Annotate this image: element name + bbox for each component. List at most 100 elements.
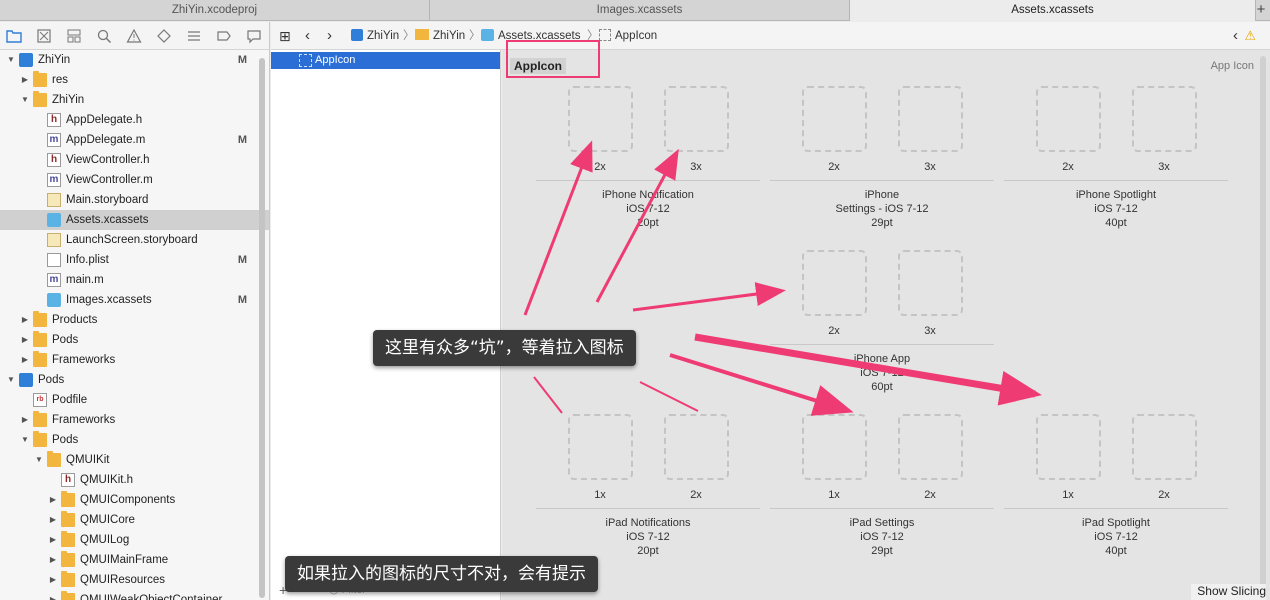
icon-slot[interactable]	[1036, 414, 1101, 480]
related-items-icon[interactable]: ⊞	[279, 22, 291, 50]
navigator-row[interactable]: ▶ QMUICore	[0, 510, 269, 530]
search-icon[interactable]	[96, 28, 112, 44]
navigator-row[interactable]: h ViewController.h	[0, 150, 269, 170]
navigator-row[interactable]: ▼ ZhiYin M	[0, 50, 269, 70]
disclosure-closed-icon[interactable]: ▶	[48, 530, 58, 550]
source-control-icon[interactable]	[36, 28, 52, 44]
icon-slot[interactable]	[802, 86, 867, 152]
folder-icon	[61, 491, 75, 507]
navigator-row[interactable]: ▶ Pods	[0, 330, 269, 350]
navigator-row[interactable]: m main.m	[0, 270, 269, 290]
disclosure-closed-icon[interactable]: ▶	[48, 490, 58, 510]
navigator-row[interactable]: Images.xcassets M	[0, 290, 269, 310]
editor-scrollbar[interactable]	[1260, 56, 1266, 596]
navigator-row[interactable]: ▶ Frameworks	[0, 410, 269, 430]
navigator-row[interactable]: ▶ Products	[0, 310, 269, 330]
icon-slot[interactable]	[802, 250, 867, 316]
disclosure-closed-icon[interactable]: ▶	[20, 310, 30, 330]
navigator-row[interactable]: ▼ ZhiYin	[0, 90, 269, 110]
navigator-row[interactable]: ▶ Frameworks	[0, 350, 269, 370]
asset-set-appicon[interactable]: AppIcon	[271, 52, 500, 69]
tab-assets-xcassets[interactable]: Assets.xcassets	[850, 0, 1256, 21]
report-icon[interactable]	[246, 28, 262, 44]
group-divider	[770, 180, 994, 181]
appicon-set-icon	[599, 29, 611, 41]
jumpbar-crumb-group[interactable]: ZhiYin	[415, 22, 465, 50]
test-icon[interactable]	[156, 28, 172, 44]
warning-icon[interactable]: ⚠	[1244, 22, 1256, 50]
navigator-row[interactable]: LaunchScreen.storyboard	[0, 230, 269, 250]
navigator-row[interactable]: ▶ res	[0, 70, 269, 90]
icon-slot[interactable]	[898, 414, 963, 480]
back-button[interactable]: ‹	[305, 22, 310, 50]
tab-images-xcassets[interactable]: Images.xcassets	[430, 0, 850, 21]
icon-slot[interactable]	[1132, 414, 1197, 480]
navigator-row-label: ViewController.m	[66, 174, 153, 186]
navigator-row[interactable]: ▼ QMUIKit	[0, 450, 269, 470]
disclosure-closed-icon[interactable]: ▶	[48, 570, 58, 590]
navigator-row-label: Images.xcassets	[66, 294, 152, 306]
navigator-row[interactable]: ▶ QMUIResources	[0, 570, 269, 590]
jumpbar-crumb-project[interactable]: ZhiYin	[351, 22, 399, 50]
icon-group-label: iOS 7-12	[860, 367, 904, 379]
previous-issue-button[interactable]: ‹	[1233, 22, 1238, 50]
icon-slot[interactable]	[898, 86, 963, 152]
navigator-row[interactable]: Info.plist M	[0, 250, 269, 270]
icon-slot[interactable]	[664, 86, 729, 152]
icon-slot[interactable]	[1132, 86, 1197, 152]
navigator-row[interactable]: Main.storyboard	[0, 190, 269, 210]
navigator-row[interactable]: Assets.xcassets	[0, 210, 269, 230]
icon-slot[interactable]	[664, 414, 729, 480]
folder-icon	[47, 451, 61, 467]
disclosure-closed-icon[interactable]: ▶	[20, 350, 30, 370]
navigator-row[interactable]: ▶ QMUIMainFrame	[0, 550, 269, 570]
jumpbar-crumb-appicon[interactable]: AppIcon	[599, 22, 657, 50]
disclosure-closed-icon[interactable]: ▶	[20, 70, 30, 90]
navigator-row[interactable]: ▼ Pods	[0, 430, 269, 450]
icon-slot[interactable]	[898, 250, 963, 316]
disclosure-open-icon[interactable]: ▼	[20, 430, 30, 450]
disclosure-closed-icon[interactable]: ▶	[48, 550, 58, 570]
disclosure-closed-icon[interactable]: ▶	[20, 410, 30, 430]
disclosure-open-icon[interactable]: ▼	[20, 90, 30, 110]
navigator-row[interactable]: h AppDelegate.h	[0, 110, 269, 130]
navigator-row[interactable]: h QMUIKit.h	[0, 470, 269, 490]
icon-slot[interactable]	[568, 86, 633, 152]
navigator-row[interactable]: ▶ QMUILog	[0, 530, 269, 550]
navigator-row[interactable]: m AppDelegate.m M	[0, 130, 269, 150]
forward-button[interactable]: ›	[327, 22, 332, 50]
icon-group-label: iPhone Spotlight	[1075, 189, 1157, 201]
show-slicing-button[interactable]: Show Slicing	[1191, 584, 1266, 600]
icon-slot[interactable]	[1036, 86, 1101, 152]
navigator-row-label: Podfile	[52, 394, 88, 406]
navigator-row-label: QMUICore	[80, 514, 135, 526]
folder-icon	[415, 29, 429, 40]
navigator-scrollbar[interactable]	[259, 58, 265, 598]
tab-zhiyin-xcodeproj[interactable]: ZhiYin.xcodeproj	[0, 0, 430, 21]
disclosure-open-icon[interactable]: ▼	[34, 450, 44, 470]
disclosure-closed-icon[interactable]: ▶	[48, 510, 58, 530]
navigator-row[interactable]: ▶ QMUIComponents	[0, 490, 269, 510]
disclosure-open-icon[interactable]: ▼	[6, 50, 16, 70]
navigator-row[interactable]: ▶ QMUIWeakObjectContainer	[0, 590, 269, 600]
folder-icon	[61, 531, 75, 547]
disclosure-closed-icon[interactable]: ▶	[48, 590, 58, 600]
navigator-row[interactable]: ▼ Pods	[0, 370, 269, 390]
debug-icon[interactable]	[186, 28, 202, 44]
folder-icon[interactable]	[6, 28, 22, 44]
warning-icon[interactable]	[126, 28, 142, 44]
navigator-row[interactable]: m ViewController.m	[0, 170, 269, 190]
navigator-row-label: Frameworks	[52, 354, 116, 366]
header-file-icon: h	[47, 113, 61, 127]
source-file-icon: m	[47, 133, 61, 147]
icon-group-label: iOS 7-12	[1094, 531, 1138, 543]
add-tab-button[interactable]: +	[1254, 0, 1268, 21]
icon-slot[interactable]	[802, 414, 867, 480]
disclosure-open-icon[interactable]: ▼	[6, 370, 16, 390]
icon-group-label: 40pt	[1105, 217, 1127, 229]
disclosure-closed-icon[interactable]: ▶	[20, 330, 30, 350]
hierarchy-icon[interactable]	[66, 28, 82, 44]
icon-slot[interactable]	[568, 414, 633, 480]
navigator-row[interactable]: rb Podfile	[0, 390, 269, 410]
breakpoint-icon[interactable]	[216, 28, 232, 44]
